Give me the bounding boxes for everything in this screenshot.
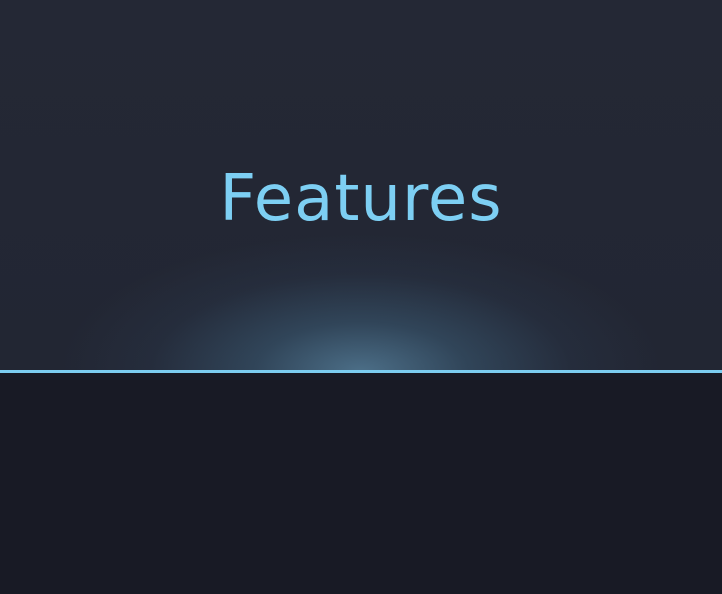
hero-section: Features	[0, 0, 722, 370]
content-area	[0, 373, 722, 594]
page: Features	[0, 0, 722, 594]
page-title: Features	[219, 162, 503, 236]
